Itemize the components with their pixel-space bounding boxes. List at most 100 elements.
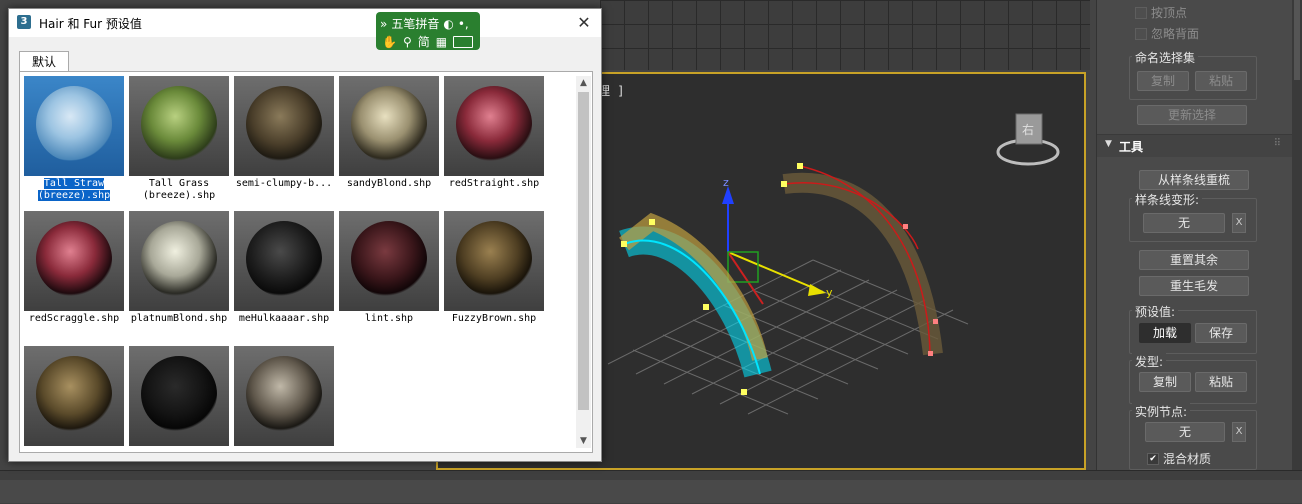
- viewcube: 右: [996, 113, 1060, 166]
- instance-node-none-button[interactable]: 无: [1145, 422, 1225, 442]
- ime-name[interactable]: 五笔拼音: [391, 15, 439, 32]
- spline-deform-title: 样条线变形:: [1132, 191, 1203, 208]
- command-panel-scroll-thumb[interactable]: [1294, 0, 1300, 80]
- preset-caption-line: Tall Straw: [43, 178, 105, 189]
- 3dsmax-app-icon: 3: [17, 15, 31, 29]
- by-vertex-checkbox[interactable]: 按顶点: [1135, 4, 1187, 21]
- preset-tile[interactable]: Tall Straw (breeze).shp: [24, 76, 124, 202]
- preset-thumbnail[interactable]: [444, 76, 544, 176]
- scroll-up-icon[interactable]: ▲: [576, 76, 591, 90]
- preset-caption: Tall Grass (breeze).shp: [129, 178, 229, 202]
- preset-tile[interactable]: [129, 346, 229, 448]
- search-icon[interactable]: ⚲: [403, 35, 412, 49]
- preset-tab-panel: Tall Straw (breeze).shp Tall Grass (breeze)…: [19, 71, 593, 453]
- blend-material-label: 混合材质: [1163, 452, 1212, 466]
- preset-thumbnail[interactable]: [234, 211, 334, 311]
- preset-thumbnail[interactable]: [24, 76, 124, 176]
- fur-ball-preview: [351, 221, 427, 297]
- fur-ball-preview: [456, 221, 532, 297]
- copy-hairstyle-button[interactable]: 复制: [1139, 372, 1191, 392]
- dialog-titlebar[interactable]: 3 Hair 和 Fur 预设值 ✕: [9, 9, 601, 37]
- scroll-thumb[interactable]: [578, 92, 589, 410]
- preset-tile[interactable]: lint.shp: [339, 211, 439, 325]
- preset-tile[interactable]: redStraight.shp: [444, 76, 544, 190]
- spline-hair-object: [781, 163, 943, 356]
- simplified-mode-toggle[interactable]: 简: [418, 33, 430, 50]
- preset-thumbnail[interactable]: [339, 211, 439, 311]
- paste-hairstyle-button[interactable]: 粘贴: [1195, 372, 1247, 392]
- preset-thumbnail[interactable]: [129, 211, 229, 311]
- preset-thumbnail[interactable]: [24, 211, 124, 311]
- preset-tile[interactable]: Tall Grass (breeze).shp: [129, 76, 229, 202]
- viewcube-face-label: 右: [1022, 122, 1034, 137]
- instance-node-clear-button[interactable]: X: [1232, 422, 1246, 442]
- ime-expand-icon[interactable]: »: [380, 17, 387, 31]
- axis-y-label: y: [826, 286, 833, 299]
- grid-icon[interactable]: ▦: [436, 35, 447, 49]
- reset-rest-button[interactable]: 重置其余: [1139, 250, 1249, 270]
- preset-tile[interactable]: [234, 346, 334, 448]
- preset-thumbnail[interactable]: [129, 76, 229, 176]
- fur-ball-preview: [246, 221, 322, 297]
- preset-caption-line: lint.shp: [364, 313, 414, 324]
- preset-thumbnail[interactable]: [24, 346, 124, 446]
- preset-thumbnail[interactable]: [129, 346, 229, 446]
- preset-caption: lint.shp: [339, 313, 439, 325]
- preset-caption: FuzzyBrown.shp: [444, 313, 544, 325]
- ignore-backface-checkbox[interactable]: 忽略背面: [1135, 25, 1199, 42]
- command-panel-scrollbar[interactable]: [1292, 0, 1302, 470]
- preset-thumbnail[interactable]: [234, 346, 334, 446]
- bottom-toolbar: [0, 480, 1302, 503]
- preset-grid: Tall Straw (breeze).shp Tall Grass (breeze)…: [24, 76, 574, 448]
- fur-ball-preview: [36, 221, 112, 297]
- close-icon[interactable]: ✕: [573, 12, 595, 34]
- hair-fur-presets-dialog: 3 Hair 和 Fur 预设值 ✕ 默认 Tall Straw (breeze)…: [8, 8, 602, 462]
- tab-default[interactable]: 默认: [19, 51, 70, 72]
- regrow-hair-button[interactable]: 重生毛发: [1139, 276, 1249, 296]
- load-preset-button[interactable]: 加载: [1139, 323, 1191, 343]
- dialog-title: Hair 和 Fur 预设值: [39, 17, 142, 31]
- checkbox-box: [1135, 6, 1147, 19]
- preset-caption: platnumBlond.shp: [129, 313, 229, 325]
- preset-tile[interactable]: FuzzyBrown.shp: [444, 211, 544, 325]
- instance-node-title: 实例节点:: [1132, 403, 1191, 420]
- preset-scrollbar[interactable]: ▲ ▼: [576, 76, 591, 448]
- preset-tile[interactable]: redScraggle.shp: [24, 211, 124, 325]
- preset-tile[interactable]: [24, 346, 124, 448]
- preset-caption: redStraight.shp: [444, 178, 544, 190]
- hand-icon[interactable]: ✋: [382, 35, 397, 49]
- preset-tile[interactable]: sandyBlond.shp: [339, 76, 439, 190]
- preset-caption: Tall Straw (breeze).shp: [24, 178, 124, 202]
- recomb-from-spline-button[interactable]: 从样条线重梳: [1139, 170, 1249, 190]
- preset-caption: meHulkaaaar.shp: [234, 313, 334, 325]
- fur-ball-preview: [246, 86, 322, 162]
- preset-tile[interactable]: platnumBlond.shp: [129, 211, 229, 325]
- moon-icon[interactable]: ◐: [443, 17, 453, 31]
- save-preset-button[interactable]: 保存: [1195, 323, 1247, 343]
- tools-rollout-header[interactable]: ▼ 工具 ⠿: [1097, 134, 1293, 157]
- preset-caption: sandyBlond.shp: [339, 178, 439, 190]
- preset-tile[interactable]: meHulkaaaar.shp: [234, 211, 334, 325]
- punctuation-icon[interactable]: •,: [458, 17, 469, 31]
- drag-handle-icon: ⠿: [1273, 138, 1281, 149]
- spline-deform-clear-button[interactable]: X: [1232, 213, 1246, 233]
- preset-thumbnail[interactable]: [339, 76, 439, 176]
- preset-caption-line: Tall Grass: [148, 178, 210, 189]
- axis-z-label: z: [723, 176, 729, 189]
- selected-hair-object: [619, 212, 772, 395]
- spline-deform-none-button[interactable]: 无: [1143, 213, 1225, 233]
- preset-caption-line: semi-clumpy-b...: [235, 178, 333, 189]
- preset-caption: redScraggle.shp: [24, 313, 124, 325]
- preset-caption-line: (breeze).shp: [142, 190, 216, 201]
- blend-material-checkbox[interactable]: ✔ 混合材质: [1147, 450, 1211, 467]
- paste-selection-button[interactable]: 粘贴: [1195, 71, 1247, 91]
- preset-thumbnail[interactable]: [234, 76, 334, 176]
- scroll-down-icon[interactable]: ▼: [576, 434, 591, 448]
- keyboard-icon[interactable]: [453, 35, 474, 48]
- preset-thumbnail[interactable]: [444, 211, 544, 311]
- copy-selection-button[interactable]: 复制: [1137, 71, 1189, 91]
- preset-tile[interactable]: semi-clumpy-b...: [234, 76, 334, 190]
- checkmark-icon: ✔: [1147, 452, 1159, 465]
- fur-ball-preview: [456, 86, 532, 162]
- update-selection-button[interactable]: 更新选择: [1137, 105, 1247, 125]
